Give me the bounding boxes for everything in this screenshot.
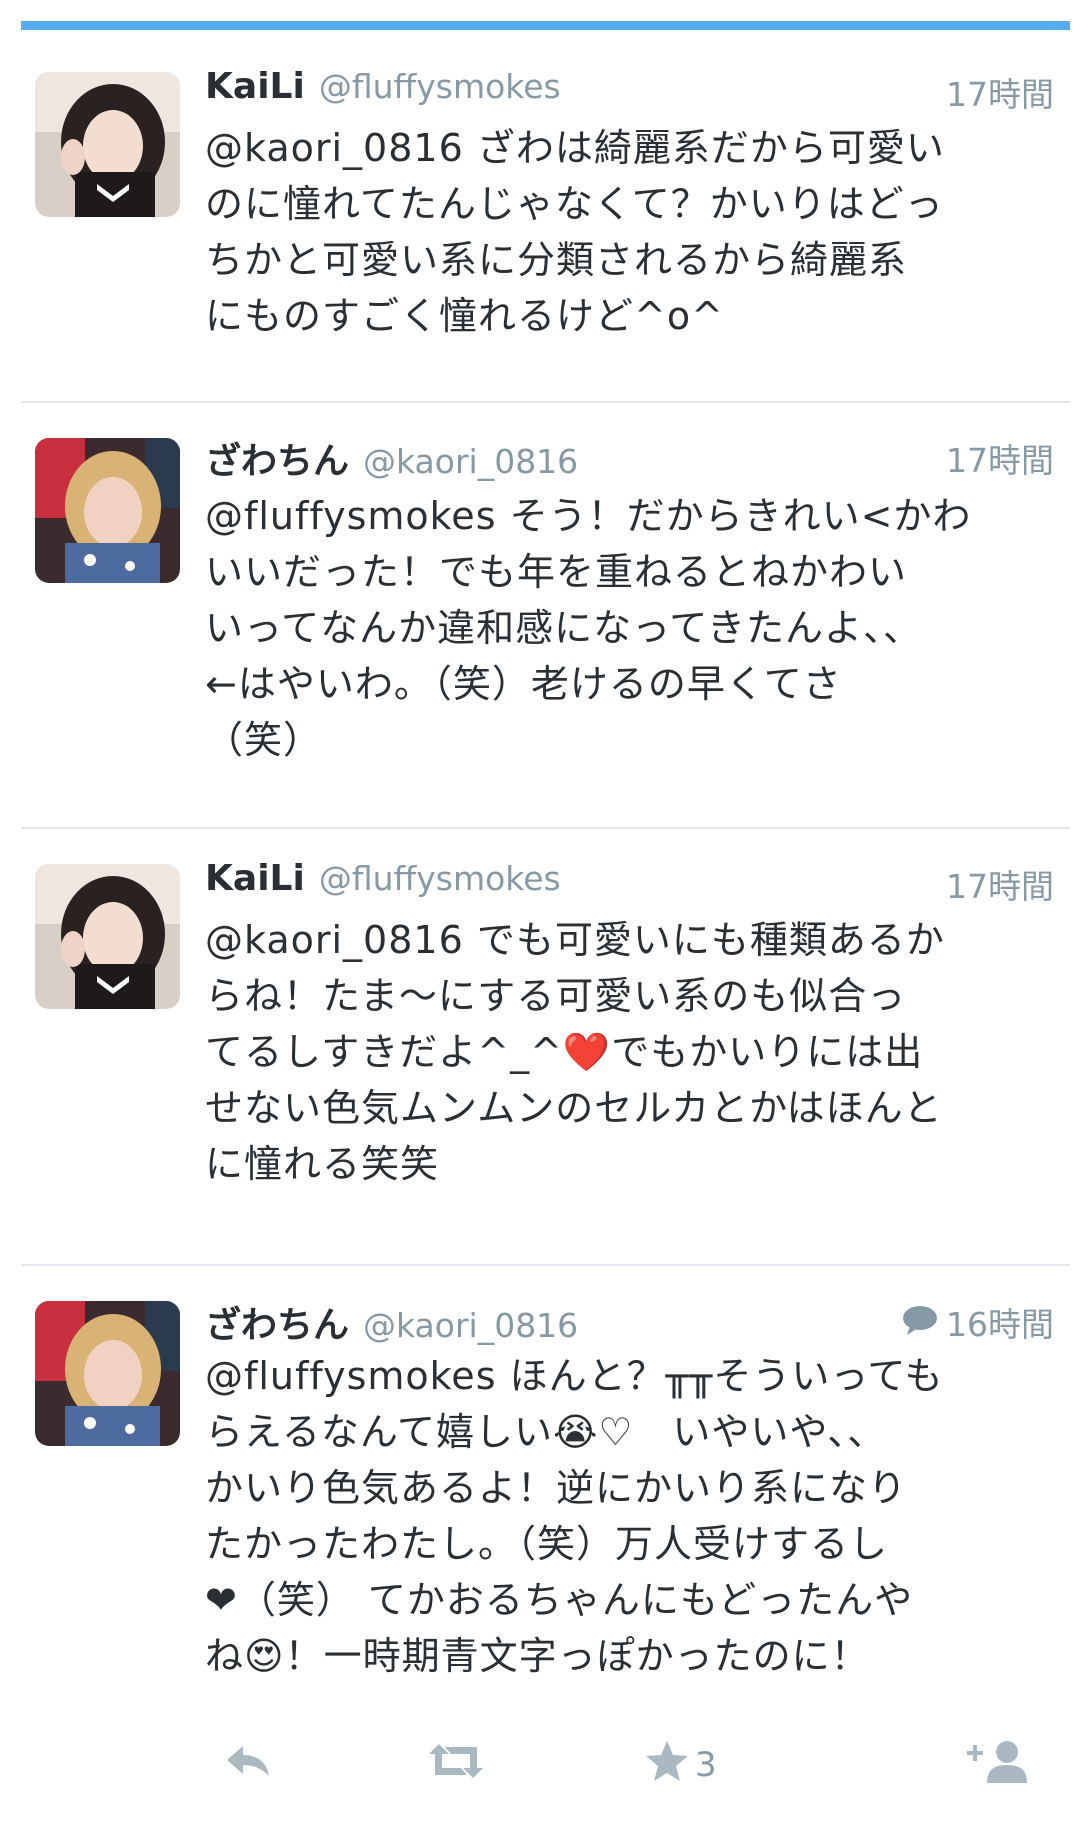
tweet-action-bar: 3 <box>205 1735 1034 1795</box>
tweet-text-line: ❤（笑） てかおるちゃんにもどったんや <box>205 1578 914 1622</box>
tweet-text-line: ね😍！一時期青文字っぽかったのに！ <box>205 1634 870 1678</box>
follow-button[interactable] <box>965 1735 1031 1795</box>
reply-bubble-icon <box>902 1304 938 1344</box>
tweet-text-line: @kaori_0816 ざわは綺麗系だから可愛い <box>205 126 945 170</box>
avatar[interactable] <box>35 1301 180 1446</box>
user-handle[interactable]: @fluffysmokes <box>319 67 561 106</box>
avatar[interactable] <box>35 864 180 1009</box>
tweet-text-line: いってなんか違和感になってきたんよ、、 <box>205 606 923 650</box>
tweet-divider <box>21 401 1070 403</box>
retweet-icon <box>425 1742 487 1789</box>
display-name[interactable]: KaiLi @fluffysmokes <box>205 858 561 899</box>
top-accent-bar <box>21 21 1070 30</box>
favorite-button[interactable]: 3 <box>645 1735 717 1795</box>
timestamp[interactable]: 17時間 <box>946 434 1054 482</box>
tweet-text-line: ちかと可愛い系に分類されるから綺麗系 <box>205 238 908 282</box>
tweet-text: @kaori_0816 ざわは綺麗系だから可愛い のに憧れてたんじゃなくて？かい… <box>205 120 1035 344</box>
timestamp[interactable]: 16時間 <box>902 1298 1054 1347</box>
tweet-header: KaiLi @fluffysmokes 17時間 <box>205 66 1054 114</box>
tweet-text-line: に憧れる笑笑 <box>205 1142 440 1186</box>
tweet-header: ざわちん @kaori_0816 17時間 <box>205 432 1054 482</box>
user-handle[interactable]: @fluffysmokes <box>319 859 561 898</box>
user-handle[interactable]: @kaori_0816 <box>363 442 578 481</box>
tweet-header: ざわちん @kaori_0816 16時間 <box>205 1296 1054 1346</box>
timestamp-text: 16時間 <box>946 1305 1054 1344</box>
tweet-text-line: せない色気ムンムンのセルカとかはほんと <box>205 1086 943 1130</box>
tweet-text: @fluffysmokes ほんと？╥╥そういっても らえるなんて嬉しい😭♡ い… <box>205 1348 1035 1684</box>
avatar[interactable] <box>35 72 180 217</box>
display-name[interactable]: ざわちん @kaori_0816 <box>205 432 578 484</box>
retweet-button[interactable] <box>425 1735 487 1795</box>
tweet-header: KaiLi @fluffysmokes 17時間 <box>205 858 1054 906</box>
tweet-text-line: @fluffysmokes ほんと？╥╥そういっても <box>205 1354 944 1398</box>
tweet-text-line: かいり色気あるよ！逆にかいり系になり <box>205 1466 908 1510</box>
tweet-text: @fluffysmokes そう！だからきれい<かわ いいだった！でも年を重ねる… <box>205 488 1035 768</box>
tweet-text-line: （笑） <box>205 718 323 762</box>
star-icon <box>645 1740 689 1791</box>
avatar[interactable] <box>35 438 180 583</box>
display-name[interactable]: KaiLi @fluffysmokes <box>205 66 561 107</box>
tweet-text-line: らえるなんて嬉しい😭♡ いやいや、、 <box>205 1410 887 1454</box>
reply-icon <box>225 1744 271 1787</box>
reply-button[interactable] <box>225 1735 271 1795</box>
tweet-text-line: のに憧れてたんじゃなくて？かいりはどっ <box>205 182 944 226</box>
tweet-divider <box>21 1264 1070 1266</box>
tweet-text-line: てるしすきだよ^_^❤️でもかいりには出 <box>205 1030 924 1074</box>
tweet-text-line: ←はやいわ。（笑）老けるの早くてさ <box>205 662 842 706</box>
favorite-count: 3 <box>695 1745 717 1785</box>
timestamp[interactable]: 17時間 <box>946 68 1054 116</box>
add-user-icon <box>965 1739 1031 1792</box>
tweet-divider <box>21 827 1070 829</box>
tweet-text-line: たかったわたし。（笑）万人受けするし <box>205 1522 889 1566</box>
display-name[interactable]: ざわちん @kaori_0816 <box>205 1296 578 1348</box>
tweet-text-line: @fluffysmokes そう！だからきれい<かわ <box>205 494 972 538</box>
tweet-text-line: @kaori_0816 でも可愛いにも種類あるか <box>205 918 945 962</box>
tweet-text-line: いいだった！でも年を重ねるとねかわい <box>205 550 908 594</box>
tweet-text-line: らね！たま〜にする可愛い系のも似合っ <box>205 974 907 1018</box>
tweet-text: @kaori_0816 でも可愛いにも種類あるか らね！たま〜にする可愛い系のも… <box>205 912 1035 1192</box>
tweet-text-line: にものすごく憧れるけど^o^ <box>205 294 724 338</box>
timestamp[interactable]: 17時間 <box>946 860 1054 908</box>
user-handle[interactable]: @kaori_0816 <box>363 1306 578 1345</box>
